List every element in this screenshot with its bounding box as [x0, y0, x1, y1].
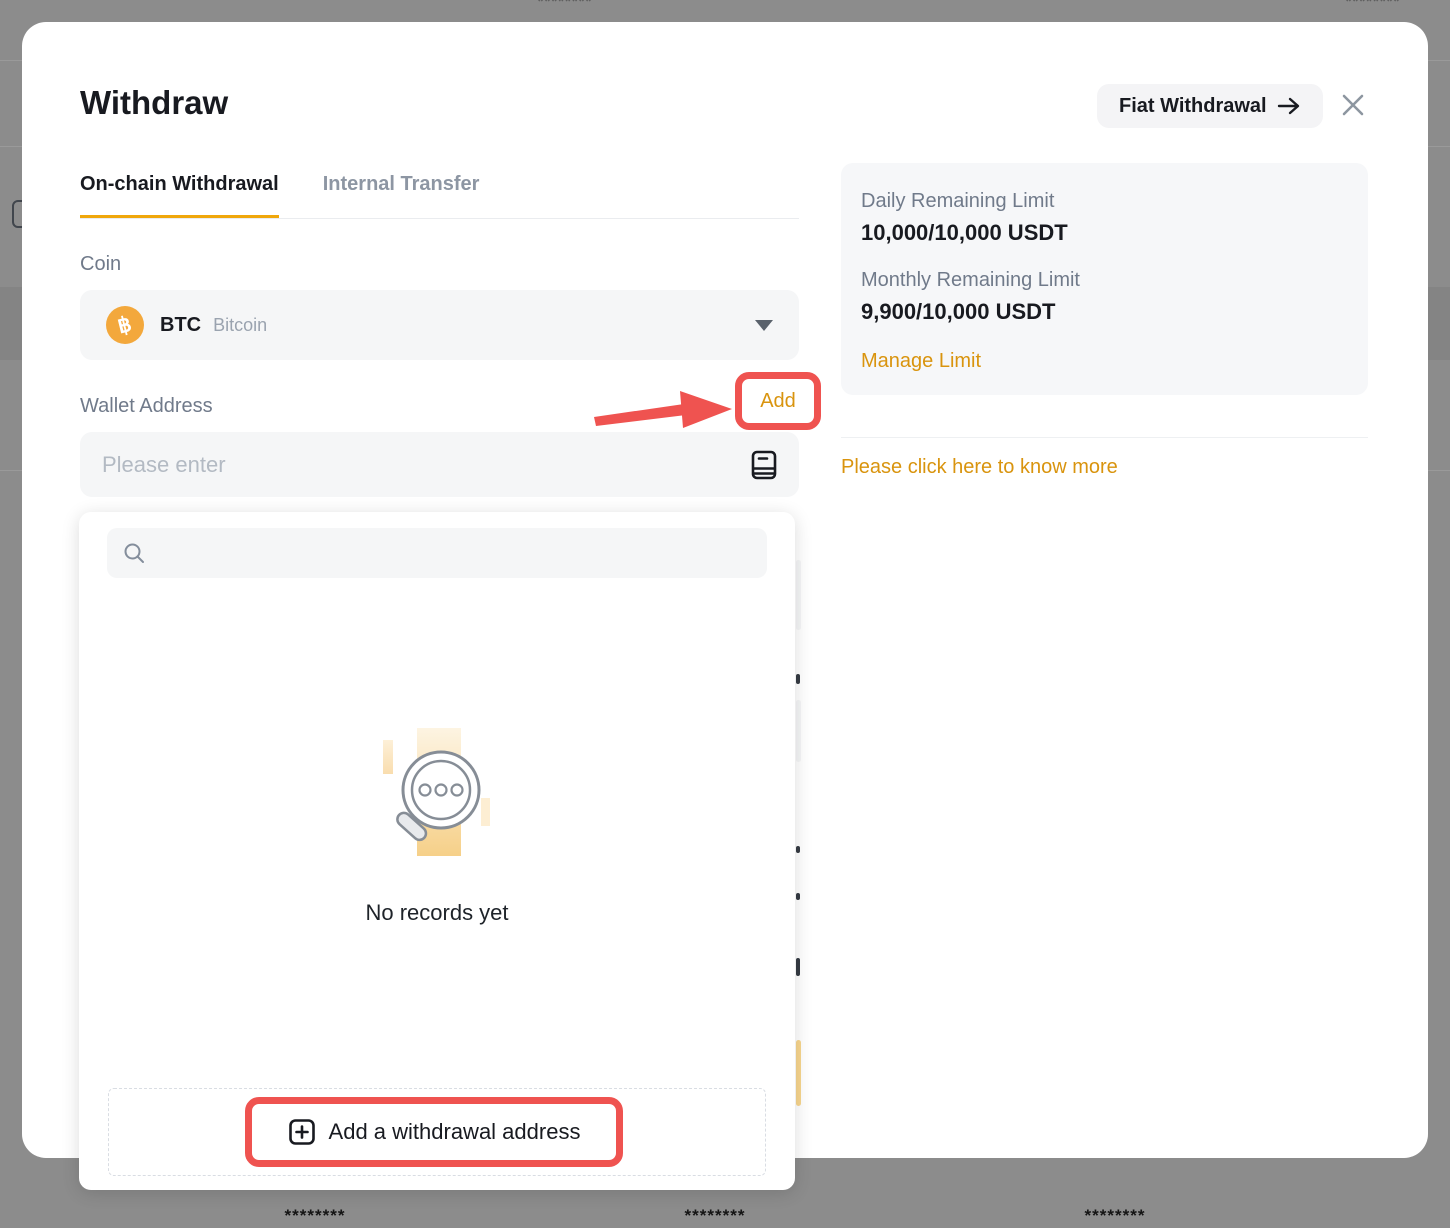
masked-value: ********	[645, 1206, 785, 1226]
wallet-address-label: Wallet Address	[80, 395, 213, 418]
address-book-dropdown: No records yet Add a withdrawal address	[79, 512, 795, 1190]
hidden-field-edge	[796, 560, 801, 630]
arrow-right-icon	[1277, 96, 1301, 116]
add-withdrawal-address-button[interactable]: Add a withdrawal address	[245, 1097, 623, 1167]
fiat-withdrawal-label: Fiat Withdrawal	[1119, 95, 1267, 118]
manage-limit-link[interactable]: Manage Limit	[861, 350, 981, 373]
tab-internal-transfer[interactable]: Internal Transfer	[323, 173, 480, 219]
wallet-address-field	[80, 432, 799, 497]
hidden-text-edge	[796, 893, 800, 900]
right-column-divider	[841, 437, 1368, 438]
tab-onchain-withdrawal[interactable]: On-chain Withdrawal	[80, 173, 279, 219]
search-icon	[123, 542, 145, 564]
empty-state-text: No records yet	[79, 900, 795, 926]
daily-limit-label: Daily Remaining Limit	[861, 190, 1348, 213]
fiat-withdrawal-button[interactable]: Fiat Withdrawal	[1097, 84, 1323, 128]
masked-value: ********	[495, 0, 635, 10]
coin-symbol: BTC	[160, 314, 201, 337]
tabs-divider	[80, 218, 799, 219]
masked-value: ********	[1303, 0, 1443, 10]
wallet-address-input[interactable]	[102, 452, 751, 478]
add-withdrawal-address-label: Add a withdrawal address	[329, 1119, 581, 1145]
withdraw-tabs: On-chain Withdrawal Internal Transfer	[80, 173, 479, 219]
plus-icon	[288, 1118, 316, 1146]
withdraw-modal: Withdraw Fiat Withdrawal On-chain Withdr…	[22, 22, 1428, 1158]
add-address-link[interactable]: Add	[760, 390, 796, 413]
daily-limit-value: 10,000/10,000 USDT	[861, 220, 1348, 246]
limits-card: Daily Remaining Limit 10,000/10,000 USDT…	[841, 163, 1368, 395]
hidden-text-edge	[796, 674, 800, 684]
add-address-dropzone: Add a withdrawal address	[108, 1088, 766, 1176]
empty-state-illustration	[377, 724, 497, 864]
know-more-link[interactable]: Please click here to know more	[841, 456, 1118, 479]
masked-value: ********	[1045, 1206, 1185, 1226]
hidden-submit-button-edge	[796, 1040, 801, 1106]
search-input[interactable]	[155, 542, 751, 565]
chevron-down-icon	[755, 320, 773, 331]
page-title: Withdraw	[80, 84, 228, 122]
masked-value: ********	[245, 1206, 385, 1226]
bitcoin-icon: ฿	[106, 306, 144, 344]
coin-name: Bitcoin	[213, 315, 267, 336]
hidden-field-edge	[796, 700, 801, 762]
coin-label: Coin	[80, 253, 121, 276]
monthly-limit-label: Monthly Remaining Limit	[861, 269, 1348, 292]
add-annotation-box: Add	[735, 372, 821, 430]
search-field	[107, 528, 767, 578]
close-icon[interactable]	[1338, 90, 1368, 120]
hidden-text-edge	[796, 846, 800, 853]
annotation-arrow-icon	[592, 382, 734, 430]
hidden-text-edge	[796, 958, 800, 976]
address-book-icon[interactable]	[751, 450, 777, 480]
coin-selector[interactable]: ฿ BTC Bitcoin	[80, 290, 799, 360]
monthly-limit-value: 9,900/10,000 USDT	[861, 299, 1348, 325]
